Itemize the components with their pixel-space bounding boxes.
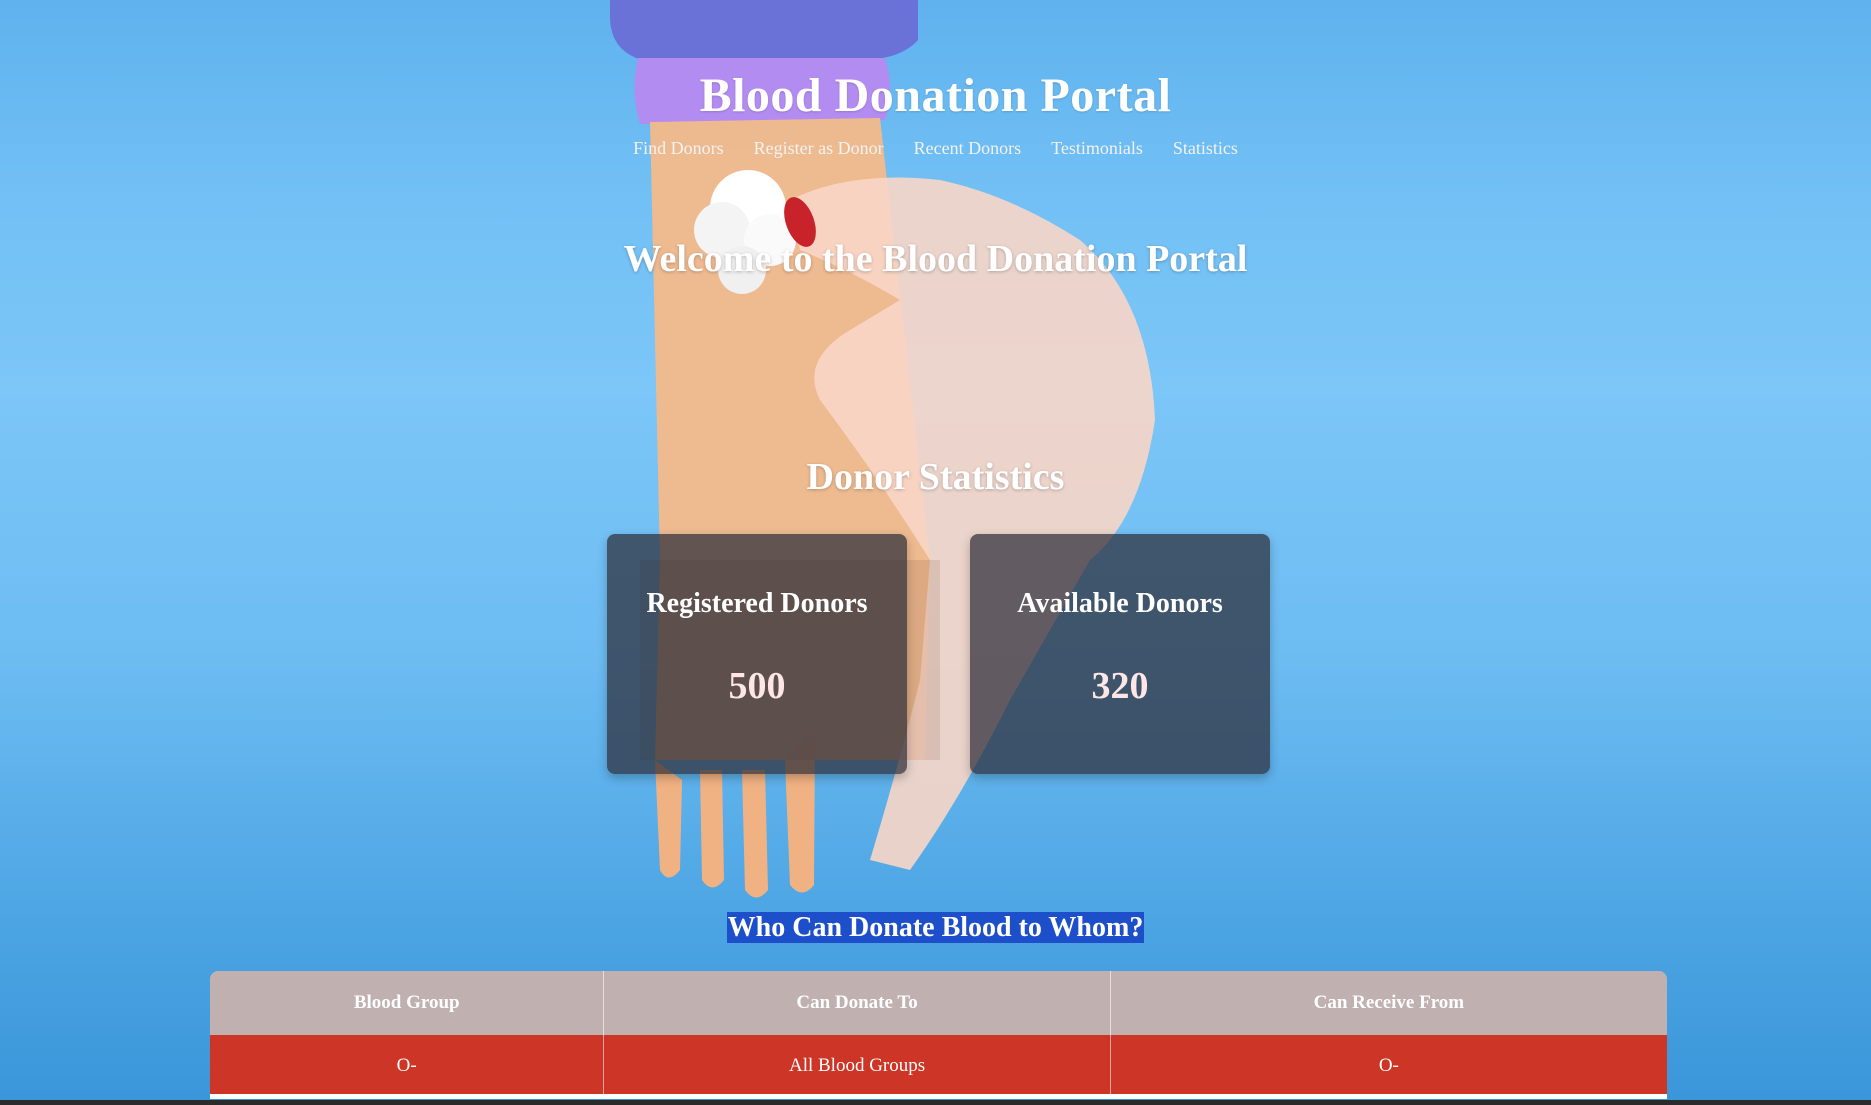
column-header-blood-group: Blood Group [210,971,605,1035]
compatibility-heading: Who Can Donate Blood to Whom? [0,912,1871,944]
main-nav: Find Donors Register as Donor Recent Don… [0,138,1871,159]
compatibility-table: Blood Group Can Donate To Can Receive Fr… [210,971,1667,1097]
welcome-heading: Welcome to the Blood Donation Portal [623,238,1248,280]
window-bottom-edge [0,1100,1871,1105]
stat-value: 500 [728,665,786,707]
stats-heading: Donor Statistics [806,456,1065,498]
column-header-can-donate-to: Can Donate To [603,971,1111,1035]
table-header-row: Blood Group Can Donate To Can Receive Fr… [210,971,1667,1035]
table-row-separator [210,1094,1667,1099]
nav-find-donors[interactable]: Find Donors [633,138,724,159]
nav-recent-donors[interactable]: Recent Donors [914,138,1021,159]
stat-value: 320 [1091,665,1149,707]
nav-testimonials[interactable]: Testimonials [1051,138,1143,159]
cell-can-receive-from: O- [1110,1035,1667,1097]
compatibility-heading-text: Who Can Donate Blood to Whom? [726,912,1145,943]
nav-statistics[interactable]: Statistics [1173,138,1238,159]
stat-card-registered: Registered Donors 500 [607,534,907,774]
nav-register-as-donor[interactable]: Register as Donor [754,138,884,159]
page: Blood Donation Portal Find Donors Regist… [0,0,1871,1105]
cell-can-donate-to: All Blood Groups [603,1035,1111,1097]
stat-label: Available Donors [1017,588,1223,619]
stat-label: Registered Donors [646,588,868,619]
cell-blood-group: O- [210,1035,605,1097]
column-header-can-receive-from: Can Receive From [1110,971,1667,1035]
stat-card-available: Available Donors 320 [970,534,1270,774]
site-title: Blood Donation Portal [699,69,1172,122]
table-row: O- All Blood Groups O- [210,1035,1667,1097]
